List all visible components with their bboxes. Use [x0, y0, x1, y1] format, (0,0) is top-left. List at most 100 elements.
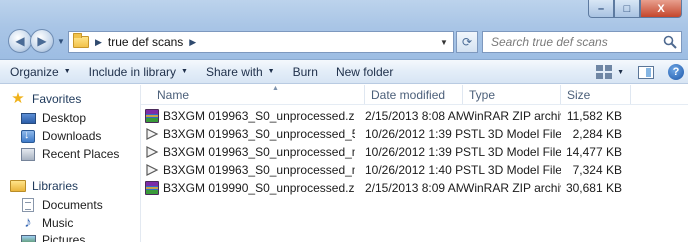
navigation-pane: ★ Favorites Desktop Downloads Recent Pla…	[0, 85, 140, 242]
navigation-buttons: ◀ ▶ ▼	[8, 29, 65, 53]
burn-button[interactable]: Burn	[284, 65, 327, 79]
nav-libraries[interactable]: Libraries	[10, 177, 78, 195]
address-history-dropdown[interactable]: ▼	[435, 32, 453, 52]
desktop-icon	[20, 110, 36, 126]
column-header-name[interactable]: Name	[151, 85, 365, 104]
close-button[interactable]: X	[640, 0, 682, 18]
recent-pages-dropdown[interactable]: ▼	[57, 37, 65, 46]
change-view-icon[interactable]	[596, 65, 613, 79]
nav-item-pictures[interactable]: Pictures	[20, 231, 85, 242]
share-with-label: Share with	[205, 64, 263, 79]
file-row[interactable]: B3XGM 019963_S0_unprocessed.zip 2/15/201…	[141, 107, 688, 125]
nav-item-documents[interactable]: Documents	[20, 196, 103, 214]
file-name: B3XGM 019990_S0_unprocessed.zip	[163, 181, 355, 195]
file-list: ▲ Name Date modified Type Size B3XGM 019…	[141, 85, 688, 242]
file-name: B3XGM 019963_S0_unprocessed.zip	[163, 109, 355, 123]
chevron-down-icon[interactable]: ▼	[617, 69, 624, 76]
file-type: STL 3D Model File	[463, 163, 561, 177]
column-header-size[interactable]: Size	[561, 85, 631, 104]
nav-item-recent-places[interactable]: Recent Places	[20, 145, 119, 163]
organize-label: Organize	[10, 64, 59, 79]
nav-libraries-label: Libraries	[32, 179, 79, 193]
file-size: 14,477 KB	[565, 145, 622, 159]
stl-file-icon	[146, 146, 159, 158]
chevron-right-icon[interactable]: ▶	[189, 37, 196, 48]
column-header-row: ▲ Name Date modified Type Size	[141, 85, 688, 105]
libraries-icon	[10, 178, 26, 194]
nav-item-label: Pictures	[42, 233, 86, 242]
breadcrumb-current-folder[interactable]: true def scans	[108, 35, 183, 49]
chevron-down-icon: ▼	[181, 68, 188, 75]
file-type: WinRAR ZIP archive	[463, 181, 561, 195]
include-in-library-menu[interactable]: Include in library ▼	[80, 65, 197, 79]
file-name: B3XGM 019963_S0_unprocessed_56-scan...	[163, 127, 355, 141]
new-folder-button[interactable]: New folder	[327, 65, 402, 79]
search-icon[interactable]	[663, 35, 677, 49]
file-name: B3XGM 019963_S0_unprocessed_mandibl...	[163, 145, 355, 159]
organize-menu[interactable]: Organize ▼	[8, 65, 80, 79]
star-icon: ★	[11, 90, 25, 107]
forward-arrow-icon: ▶	[37, 34, 47, 48]
file-row[interactable]: B3XGM 019990_S0_unprocessed.zip 2/15/201…	[141, 179, 688, 197]
file-type: STL 3D Model File	[463, 127, 561, 141]
file-name-cell: B3XGM 019963_S0_unprocessed_maxilla.stl	[145, 161, 355, 179]
file-name-cell: B3XGM 019963_S0_unprocessed_56-scan...	[145, 125, 355, 143]
recent-places-icon	[20, 146, 36, 162]
window-controls: – □ X	[588, 0, 682, 18]
nav-item-label: Recent Places	[42, 147, 120, 161]
help-icon[interactable]: ?	[668, 64, 684, 80]
chevron-down-icon: ▼	[63, 68, 71, 75]
minimize-button[interactable]: –	[588, 0, 614, 18]
file-row[interactable]: B3XGM 019963_S0_unprocessed_mandibl... 1…	[141, 143, 688, 161]
file-row[interactable]: B3XGM 019963_S0_unprocessed_maxilla.stl …	[141, 161, 688, 179]
file-row[interactable]: B3XGM 019963_S0_unprocessed_56-scan... 1…	[141, 125, 688, 143]
chevron-right-icon[interactable]: ▶	[95, 37, 102, 48]
command-bar: Organize ▼ Include in library ▼ Share with…	[0, 60, 688, 84]
nav-item-music[interactable]: ♪ Music	[20, 214, 73, 232]
new-folder-label: New folder	[335, 64, 394, 79]
chevron-down-icon: ▼	[267, 68, 275, 75]
stl-file-icon	[146, 128, 159, 140]
search-box[interactable]	[482, 31, 682, 53]
search-input[interactable]	[491, 35, 661, 49]
burn-label: Burn	[292, 64, 318, 79]
address-bar[interactable]: ▶ true def scans ▶ ▼	[68, 31, 454, 53]
file-type: WinRAR ZIP archive	[463, 109, 561, 123]
file-date: 2/15/2013 8:09 AM	[365, 181, 463, 195]
nav-favorites-label: Favorites	[32, 92, 82, 106]
column-header-date-modified[interactable]: Date modified	[365, 85, 463, 104]
file-size: 2,284 KB	[572, 127, 622, 141]
file-date: 10/26/2012 1:39 PM	[365, 127, 463, 141]
file-size: 11,582 KB	[566, 109, 622, 123]
file-type: STL 3D Model File	[463, 145, 561, 159]
file-size: 30,681 KB	[565, 181, 622, 195]
file-date: 2/15/2013 8:08 AM	[365, 109, 463, 123]
window-titlebar: – □ X ◀ ▶ ▼ ▶ true def scans ▶ ▼ ⟳	[0, 0, 688, 60]
nav-favorites[interactable]: ★ Favorites	[10, 90, 81, 108]
nav-item-label: Downloads	[42, 129, 102, 143]
music-icon: ♪	[24, 214, 32, 231]
nav-item-downloads[interactable]: Downloads	[20, 127, 101, 145]
preview-pane-icon[interactable]	[638, 65, 654, 79]
forward-button[interactable]: ▶	[30, 29, 54, 53]
maximize-button[interactable]: □	[614, 0, 640, 18]
back-button[interactable]: ◀	[8, 29, 32, 53]
file-name: B3XGM 019963_S0_unprocessed_maxilla.stl	[163, 163, 355, 177]
view-controls: ▼ ?	[596, 60, 688, 84]
file-name-cell: B3XGM 019990_S0_unprocessed.zip	[145, 179, 355, 197]
refresh-button[interactable]: ⟳	[456, 31, 478, 53]
winrar-zip-icon	[145, 109, 159, 123]
nav-item-label: Desktop	[42, 111, 87, 125]
stl-file-icon	[146, 164, 159, 176]
nav-item-desktop[interactable]: Desktop	[20, 109, 86, 127]
share-with-menu[interactable]: Share with ▼	[197, 65, 284, 79]
pictures-icon	[20, 232, 36, 242]
file-size: 7,324 KB	[572, 163, 622, 177]
back-arrow-icon: ◀	[15, 34, 25, 48]
refresh-icon: ⟳	[461, 35, 473, 49]
file-date: 10/26/2012 1:40 PM	[365, 163, 463, 177]
column-header-type[interactable]: Type	[463, 85, 561, 104]
nav-item-label: Music	[42, 216, 74, 230]
file-name-cell: B3XGM 019963_S0_unprocessed.zip	[145, 107, 355, 125]
nav-item-label: Documents	[42, 198, 103, 212]
